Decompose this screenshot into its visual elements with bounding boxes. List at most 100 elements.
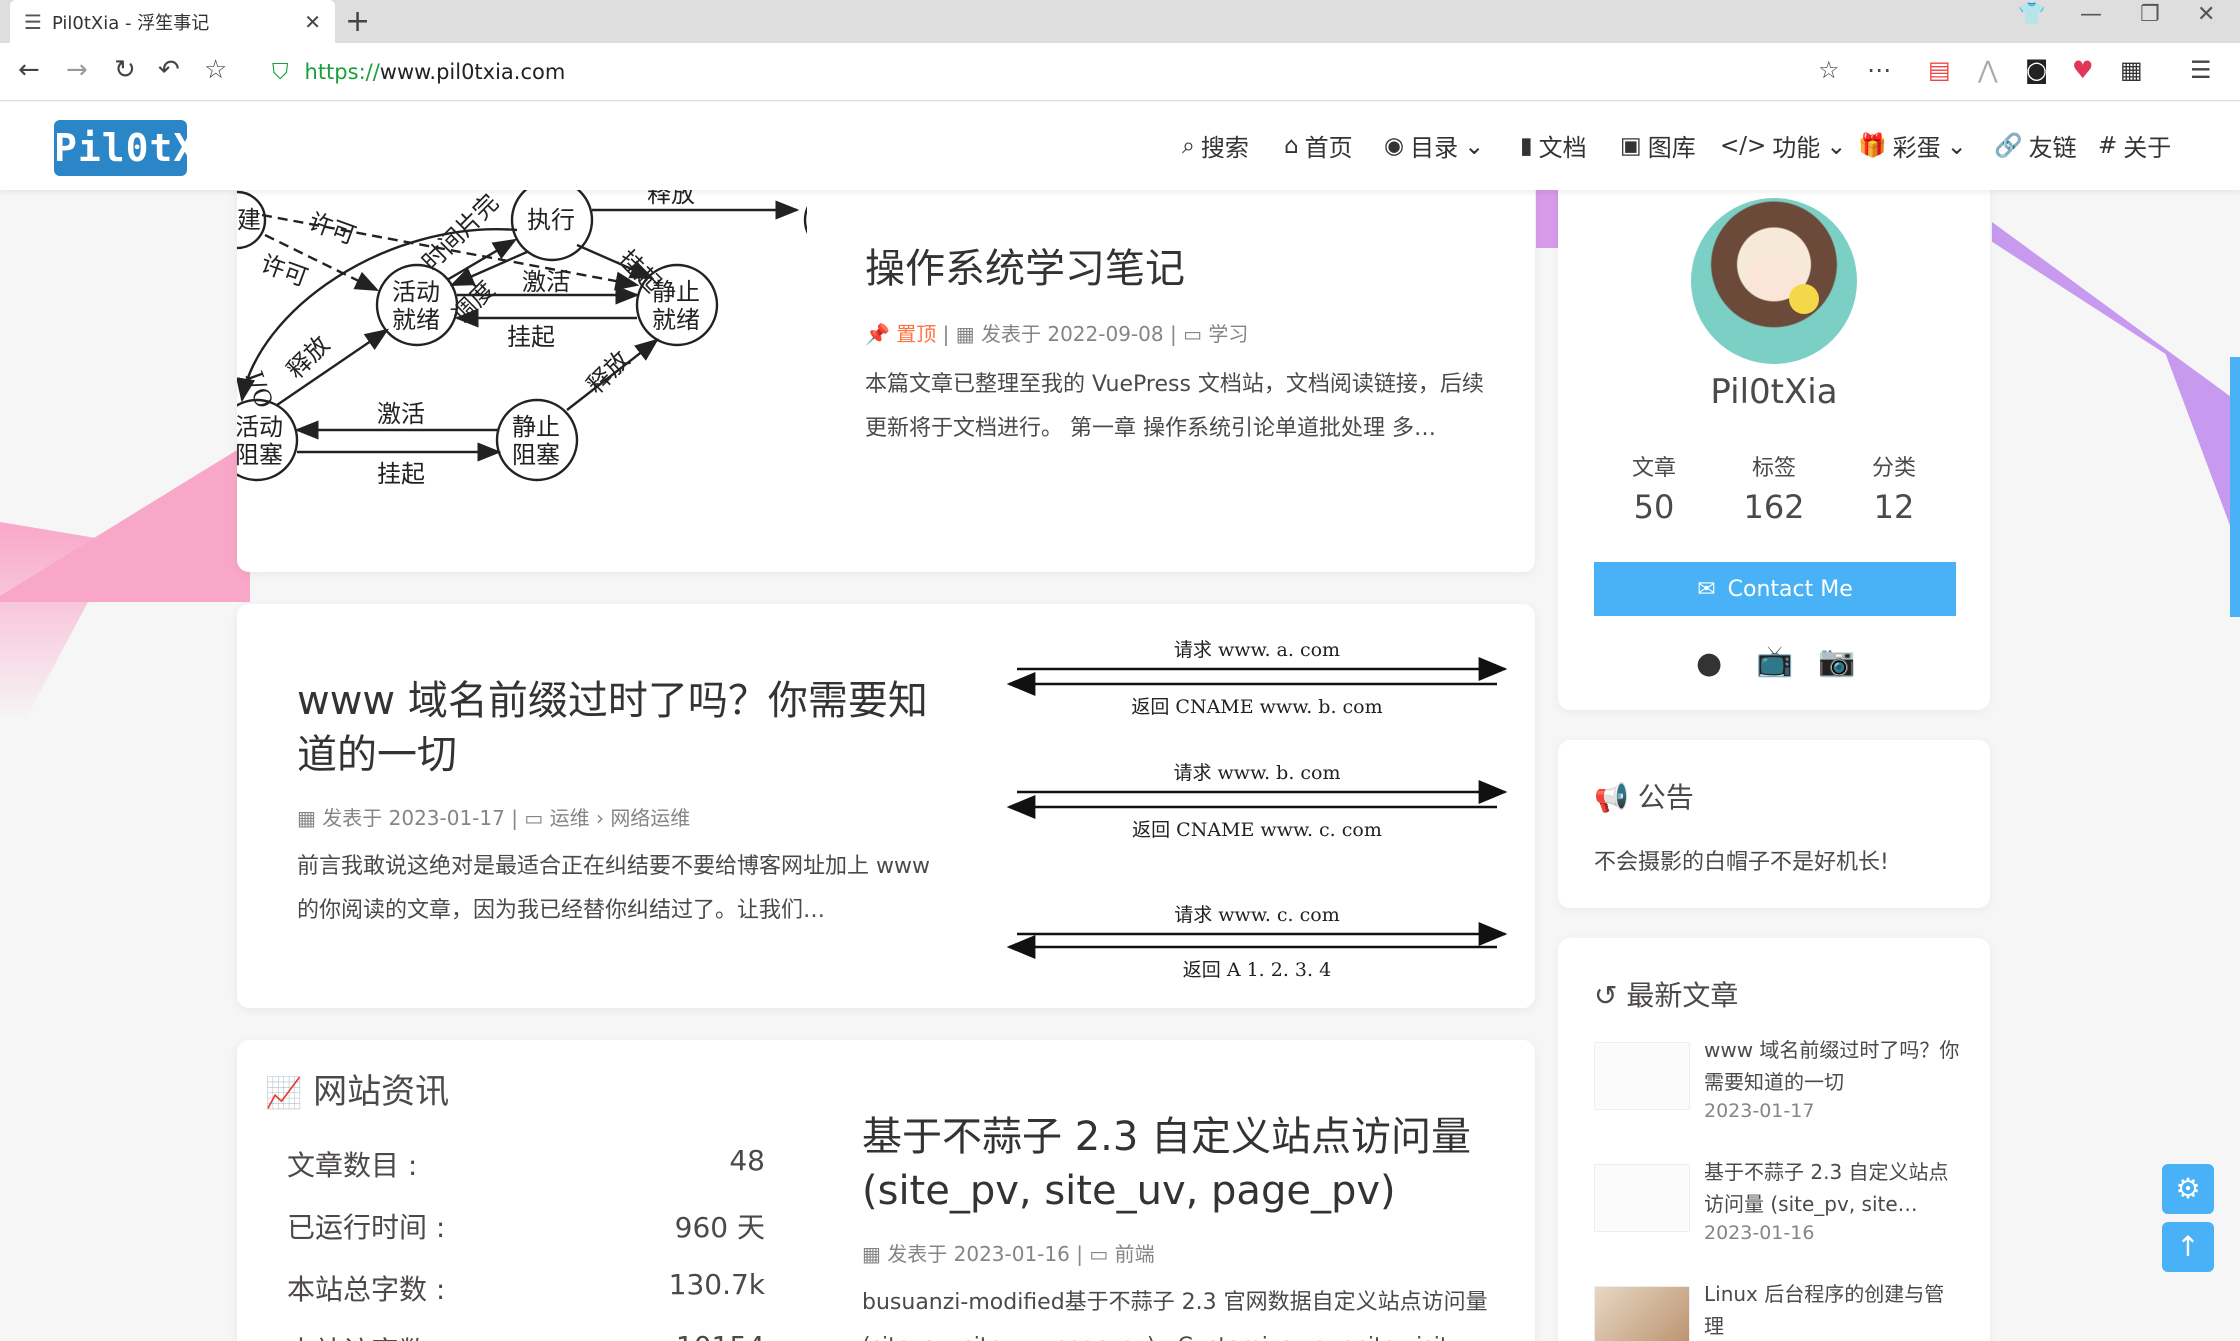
cname-req-3: 请求 www. c. com	[1174, 904, 1339, 926]
decor-ribbon-pink-2	[0, 522, 120, 722]
menu-label: 目录	[1410, 134, 1459, 162]
post-category[interactable]: 学习	[1208, 322, 1248, 346]
post-card-www-prefix[interactable]: www 域名前缀过时了吗？你需要知道的一切 ▦ 发表于 2023-01-17 |…	[237, 604, 1535, 1008]
menu-label: 首页	[1304, 134, 1353, 162]
recent-thumb	[1594, 1042, 1690, 1110]
restore-icon[interactable]: ❐	[2140, 2, 2160, 27]
shield-icon: ⛉	[272, 59, 289, 85]
forward-icon[interactable]: →	[66, 55, 88, 85]
recent-item[interactable]: 基于不蒜子 2.3 自定义站点访问量 (site_pv, site… 2023-…	[1558, 1156, 1990, 1256]
camera-icon[interactable]: 📷	[1818, 644, 1855, 679]
cname-req-1: 请求 www. a. com	[1174, 639, 1340, 661]
svg-text:许可: 许可	[257, 249, 312, 292]
undo-icon[interactable]: ↶	[158, 55, 180, 85]
post-meta: ▦ 发表于 2023-01-17 | ▭ 运维 › 网络运维	[297, 806, 691, 830]
svg-text:静止: 静止	[652, 278, 700, 306]
siteinfo-label: 本站总字数 :	[287, 1273, 446, 1306]
svg-text:激活: 激活	[377, 400, 425, 428]
author-name: Pil0tXia	[1710, 372, 1838, 412]
svg-text:阻塞: 阻塞	[512, 441, 560, 469]
menu-about[interactable]: # 关于	[2098, 128, 2171, 163]
recent-item-title: 基于不蒜子 2.3 自定义站点访问量 (site_pv, site…	[1704, 1160, 1949, 1216]
scroll-indicator	[2230, 357, 2240, 617]
svg-text:时间片完: 时间片完	[416, 190, 504, 276]
menu-home[interactable]: ⌂ 首页	[1284, 128, 1353, 163]
post-title[interactable]: www 域名前缀过时了吗？你需要知道的一切	[297, 674, 937, 782]
browser-tabbar: ☰ Pil0tXia - 浮笙事记 ✕ + 👕 — ❐ ✕	[0, 0, 2240, 43]
recent-item-date: 2023-01-16	[1704, 1222, 1815, 1244]
search-icon: ⌕	[1182, 132, 1195, 159]
post-category[interactable]: 前端	[1115, 1242, 1155, 1266]
address-bar[interactable]: ⛉ https://www.pil0txia.com	[257, 52, 1879, 92]
svg-text:静止: 静止	[512, 413, 560, 441]
menu-search[interactable]: ⌕ 搜索	[1182, 128, 1249, 163]
menu-label: 关于	[2123, 134, 2172, 162]
settings-gear-button[interactable]: ⚙	[2162, 1164, 2214, 1214]
cname-req-2: 请求 www. b. com	[1174, 762, 1341, 784]
contact-label: Contact Me	[1727, 576, 1853, 602]
menu-features[interactable]: </> 功能 ⌄	[1720, 128, 1846, 163]
new-tab-icon[interactable]: +	[345, 4, 370, 39]
menu-catalog[interactable]: ◉ 目录 ⌄	[1384, 128, 1484, 163]
browser-navbar: ← → ↻ ↶ ☆ ⛉ https://www.pil0txia.com ☆ ⋯…	[0, 43, 2240, 101]
menu-gallery[interactable]: ▣ 图库	[1620, 128, 1696, 163]
post-card-busuanzi[interactable]: 📈 网站资讯 文章数目 : 48 已运行时间 : 960 天 本站总字数 : 130.…	[237, 1040, 1535, 1341]
github-icon[interactable]: ●	[1696, 646, 1722, 681]
svg-text:I/O: I/O	[239, 367, 278, 412]
post-category[interactable]: 运维	[550, 806, 590, 830]
menu-docs[interactable]: ▮ 文档	[1520, 128, 1587, 163]
site-header: Pil0tXia ⌕ 搜索 ⌂ 首页 ◉ 目录 ⌄ ▮ 文档 ▣ 图库 </> 功能 ⌄ 🎁 彩蛋…	[0, 102, 2240, 190]
favorites-icon[interactable]: ☆	[204, 55, 227, 85]
menu-easter-egg[interactable]: 🎁 彩蛋 ⌄	[1858, 128, 1967, 163]
decor-ribbon-small	[1536, 190, 1558, 248]
recent-item[interactable]: www 域名前缀过时了吗？你需要知道的一切 2023-01-17	[1558, 1034, 1990, 1134]
menu-icon[interactable]: ☰	[2190, 56, 2212, 84]
reader-icon[interactable]: ▤	[1928, 56, 1951, 84]
extension-dual-icon[interactable]: ◙	[2025, 56, 2048, 84]
bullhorn-icon: 📢	[1594, 781, 1629, 814]
tab-close-icon[interactable]: ✕	[304, 10, 321, 34]
back-icon[interactable]: ←	[18, 55, 40, 85]
menu-label: 图库	[1647, 134, 1696, 162]
stat-tags[interactable]: 标签 162	[1714, 450, 1834, 526]
stat-value: 162	[1743, 488, 1805, 526]
reload-icon[interactable]: ↻	[114, 55, 136, 85]
recent-header: ↺ 最新文章	[1594, 974, 1738, 1014]
post-title[interactable]: 基于不蒜子 2.3 自定义站点访问量 (site_pv, site_uv, pa…	[862, 1110, 1502, 1218]
stat-value: 12	[1873, 488, 1915, 526]
back-to-top-button[interactable]: ↑	[2162, 1222, 2214, 1272]
bilibili-icon[interactable]: 📺	[1756, 644, 1793, 679]
post-meta: 📌 置顶 | ▦ 发表于 2022-09-08 | ▭ 学习	[865, 322, 1249, 346]
site-logo[interactable]: Pil0tXia	[54, 120, 244, 176]
recent-item[interactable]: Linux 后台程序的创建与管理	[1558, 1278, 1990, 1341]
post-title[interactable]: 操作系统学习笔记	[865, 242, 1505, 296]
stat-categories[interactable]: 分类 12	[1834, 450, 1954, 526]
avatar-lemon	[1789, 284, 1819, 314]
siteinfo-label: 文章数目 :	[287, 1149, 418, 1182]
bookmark-star-icon[interactable]: ☆	[1818, 56, 1840, 84]
siteinfo-row: 本站访客数 : 10154	[265, 1330, 765, 1341]
compass-icon: ◉	[1384, 132, 1405, 159]
web-page: 建 许可 许可 时间片完 执行 释放 终 挂起 调度 激活 活动就绪 静止就绪 …	[0, 102, 2240, 1341]
stat-articles[interactable]: 文章 50	[1594, 450, 1714, 526]
menu-links[interactable]: 🔗 友链	[1994, 128, 2077, 163]
svg-text:活动: 活动	[392, 278, 440, 306]
svg-text:挂起: 挂起	[507, 323, 555, 351]
post-subcategory[interactable]: 网络运维	[610, 806, 690, 830]
more-icon[interactable]: ⋯	[1867, 56, 1891, 84]
apps-icon[interactable]: ▦	[2120, 56, 2143, 84]
cname-diagram: 请求 www. a. com 返回 CNAME www. b. com 请求 w…	[1006, 639, 1508, 981]
pocket-icon[interactable]: ♥	[2072, 56, 2094, 84]
chevron-down-icon: ⌄	[1826, 131, 1847, 160]
contact-me-button[interactable]: ✉ Contact Me	[1594, 562, 1956, 616]
svg-text:建: 建	[237, 206, 261, 234]
window-close-icon[interactable]: ✕	[2197, 2, 2215, 27]
avatar[interactable]	[1691, 198, 1857, 364]
folder-icon: ▭	[1183, 322, 1202, 346]
browser-tab[interactable]: ☰ Pil0tXia - 浮笙事记 ✕	[10, 0, 335, 43]
post-info: www 域名前缀过时了吗？你需要知道的一切 ▦ 发表于 2023-01-17 |…	[297, 674, 937, 933]
extension-a-icon[interactable]: ⋀	[1978, 56, 1998, 84]
post-card-os-notes[interactable]: 建 许可 许可 时间片完 执行 释放 终 挂起 调度 激活 活动就绪 静止就绪 …	[237, 162, 1535, 572]
minimize-icon[interactable]: —	[2080, 2, 2102, 27]
shirt-icon[interactable]: 👕	[2018, 2, 2045, 27]
